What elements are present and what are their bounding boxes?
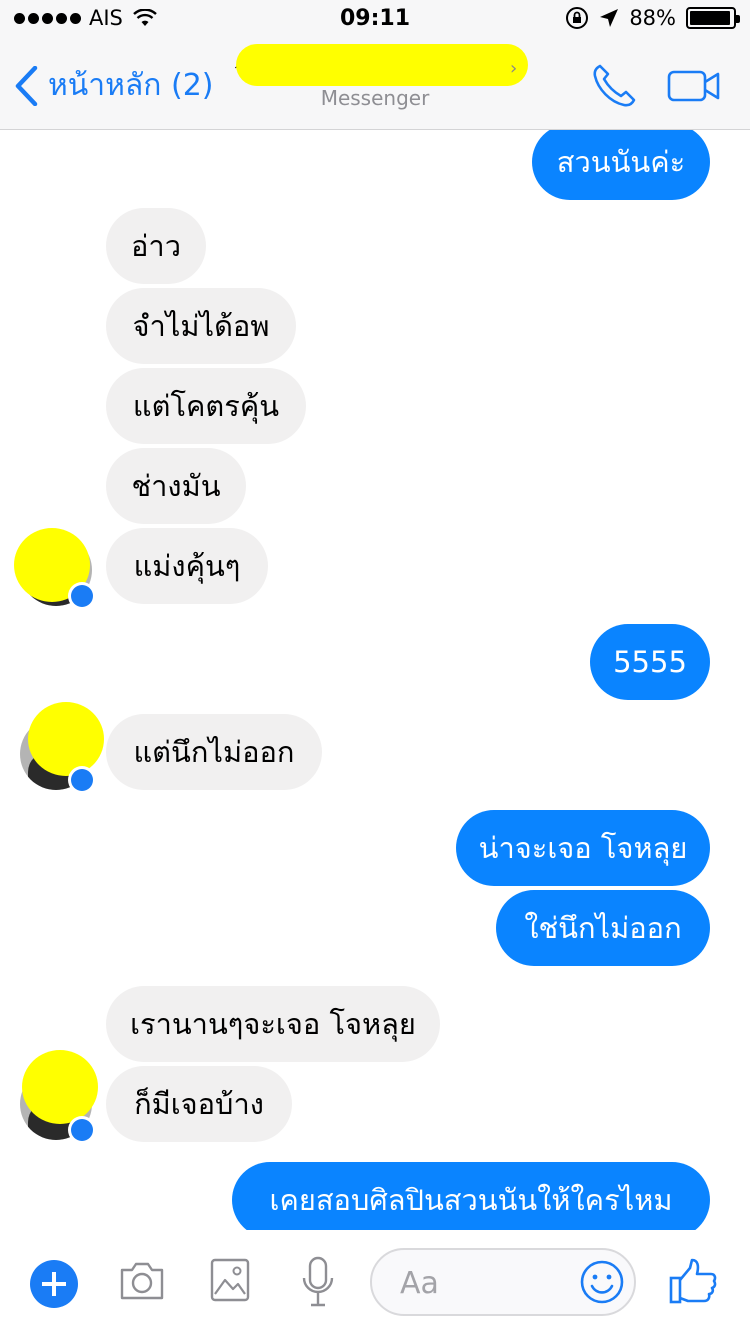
video-camera-icon[interactable] xyxy=(667,70,721,102)
messenger-badge-icon xyxy=(68,582,96,610)
status-bar: AIS 09:11 88% xyxy=(0,0,750,40)
message-bubble-incoming[interactable]: แม่งคุ้นๆ xyxy=(106,528,268,604)
message-input-container[interactable] xyxy=(370,1248,636,1316)
status-bar-right: 88% xyxy=(565,6,740,30)
phone-icon[interactable] xyxy=(590,62,638,110)
message-thread[interactable]: สวนนันค่ะ อ่าว จำไม่ได้อพ แต่โคตรคุ้น ช่… xyxy=(0,130,750,1230)
microphone-icon[interactable] xyxy=(300,1256,336,1308)
message-bubble-incoming[interactable]: เรานานๆจะเจอ โจหลุย xyxy=(106,986,440,1062)
redaction-mark xyxy=(28,702,104,776)
contact-avatar[interactable] xyxy=(20,702,104,794)
message-bubble-incoming[interactable]: แต่นึกไม่ออก xyxy=(106,714,322,790)
redaction-mark xyxy=(22,1050,98,1124)
contact-name-button[interactable]: ว › xyxy=(234,44,528,90)
lock-rotation-icon xyxy=(566,7,589,29)
message-bubble-incoming[interactable]: ก็มีเจอบ้าง xyxy=(106,1066,292,1142)
message-bubble-outgoing[interactable]: น่าจะเจอ โจหลุย xyxy=(456,810,710,886)
message-bubble-incoming[interactable]: อ่าว xyxy=(106,208,206,284)
contact-avatar[interactable] xyxy=(20,1050,98,1144)
message-bubble-outgoing[interactable]: สวนนันค่ะ xyxy=(532,130,710,200)
message-bubble-outgoing[interactable]: ใช่นึกไม่ออก xyxy=(496,890,710,966)
message-bubble-outgoing[interactable]: 5555 xyxy=(590,624,710,700)
message-input[interactable] xyxy=(398,1262,572,1304)
chevron-right-icon: › xyxy=(510,58,518,79)
message-bubble-incoming[interactable]: จำไม่ได้อพ xyxy=(106,288,296,364)
image-icon[interactable] xyxy=(210,1258,250,1302)
message-bubble-outgoing[interactable]: เคยสอบศิลปินสวนนันให้ใครไหม xyxy=(232,1162,710,1230)
messenger-badge-icon xyxy=(68,1116,96,1144)
thumbs-up-icon[interactable] xyxy=(668,1258,718,1306)
conversation-header: หน้าหลัก (2) ว › Messenger xyxy=(0,40,750,130)
camera-icon[interactable] xyxy=(118,1258,166,1304)
emoji-icon[interactable] xyxy=(580,1260,624,1304)
message-bubble-incoming[interactable]: แต่โคตรคุ้น xyxy=(106,368,306,444)
contact-avatar[interactable] xyxy=(14,528,96,610)
battery-percent: 88% xyxy=(629,6,676,30)
battery-icon xyxy=(686,7,740,29)
composer-bar xyxy=(0,1230,750,1334)
plus-icon[interactable] xyxy=(30,1260,78,1308)
message-bubble-incoming[interactable]: ช่างมัน xyxy=(106,448,246,524)
messenger-badge-icon xyxy=(68,766,96,794)
redaction-mark xyxy=(236,44,528,86)
location-arrow-icon xyxy=(600,9,619,27)
